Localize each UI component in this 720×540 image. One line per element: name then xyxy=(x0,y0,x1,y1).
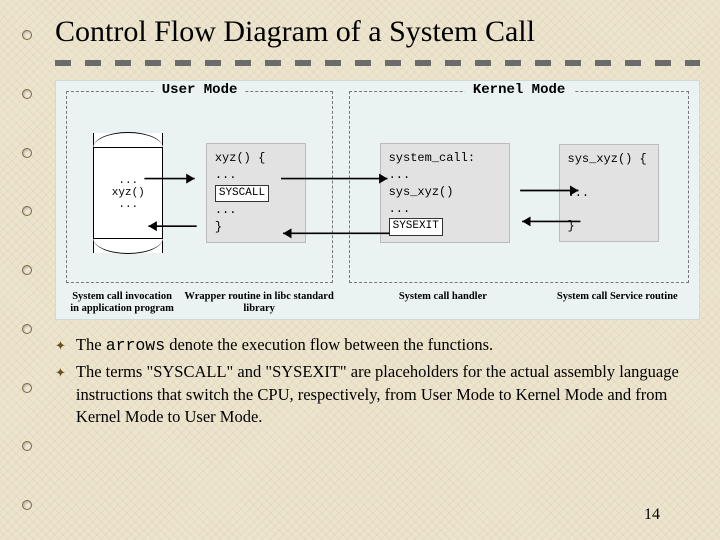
control-flow-figure: User Mode ... xyz() ... xyz() { ... SYSC… xyxy=(55,80,700,320)
wrapper-dots: ... xyxy=(215,167,297,184)
service-close: } xyxy=(568,218,650,235)
binder-holes xyxy=(22,30,36,510)
page-title: Control Flow Diagram of a System Call xyxy=(55,14,700,50)
slide-content: Control Flow Diagram of a System Call Us… xyxy=(55,14,700,530)
handler-dots2: ... xyxy=(389,201,501,218)
wrapper-head: xyz() { xyxy=(215,150,297,167)
app-program-scroll: ... xyz() ... xyxy=(93,133,163,253)
caption-handler: System call handler xyxy=(340,291,546,315)
wrapper-close: } xyxy=(215,219,297,236)
syscall-placeholder: SYSCALL xyxy=(215,185,269,202)
wrapper-routine-box: xyz() { ... SYSCALL ... } xyxy=(206,143,306,243)
handler-head: system_call: xyxy=(389,150,501,167)
handler-call: sys_xyz() xyxy=(389,184,501,201)
handler-dots1: ... xyxy=(389,167,501,184)
bullet-icon: ✦ xyxy=(55,361,66,428)
service-head: sys_xyz() { xyxy=(568,151,650,168)
bullet-icon: ✦ xyxy=(55,334,66,357)
title-separator xyxy=(55,60,700,66)
sysexit-placeholder: SYSEXIT xyxy=(389,218,443,235)
caption-app: System call invocation in application pr… xyxy=(66,291,178,315)
figure-captions: System call invocation in application pr… xyxy=(66,291,689,315)
bullet-1: ✦ The arrows denote the execution flow b… xyxy=(55,334,700,357)
bullet-2: ✦ The terms "SYSCALL" and "SYSEXIT" are … xyxy=(55,361,700,428)
wrapper-dots2: ... xyxy=(215,202,297,219)
bullet-1-pre: The xyxy=(76,335,106,354)
bullet-2-text: The terms "SYSCALL" and "SYSEXIT" are pl… xyxy=(76,361,700,428)
caption-service: System call Service routine xyxy=(546,291,689,315)
bullet-1-code: arrows xyxy=(106,336,165,355)
kernel-mode-label: Kernel Mode xyxy=(465,82,573,98)
user-mode-label: User Mode xyxy=(154,82,246,98)
user-mode-box: User Mode ... xyz() ... xyz() { ... SYSC… xyxy=(66,91,333,283)
bullet-list: ✦ The arrows denote the execution flow b… xyxy=(55,334,700,428)
bullet-1-post: denote the execution flow between the fu… xyxy=(165,335,493,354)
page-number: 14 xyxy=(644,506,660,524)
service-dots: ... xyxy=(568,185,650,202)
syscall-handler-box: system_call: ... sys_xyz() ... SYSEXIT xyxy=(380,143,510,243)
caption-wrapper: Wrapper routine in libc standard library xyxy=(178,291,340,315)
kernel-mode-box: Kernel Mode system_call: ... sys_xyz() .… xyxy=(349,91,689,283)
app-program-code: ... xyz() ... xyxy=(112,175,145,211)
service-routine-box: sys_xyz() { ... } xyxy=(559,144,659,242)
